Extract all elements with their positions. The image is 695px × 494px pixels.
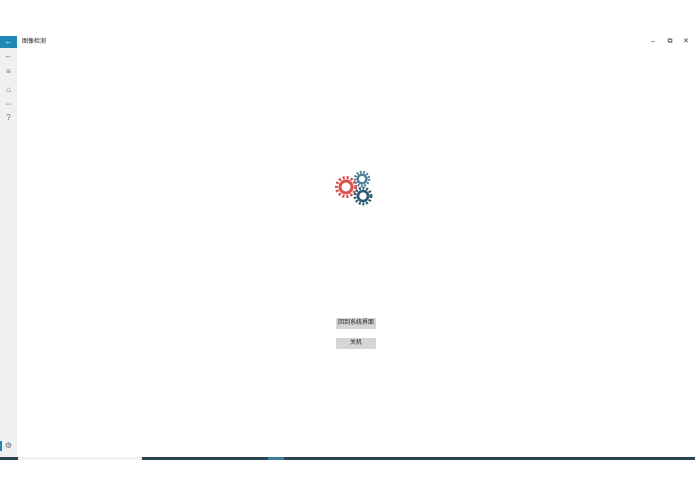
titlebar-back-button[interactable]: ←: [0, 36, 17, 48]
restore-icon: ⧉: [667, 38, 673, 45]
app-window: ← 图像检测 – ⧉ ✕ ← ≡ ⌂ ⇔ ? ⚙ 回到系统界面 关机: [0, 36, 695, 457]
return-to-system-button[interactable]: 回到系统界面: [336, 318, 376, 329]
large-gear: [335, 176, 357, 198]
close-button[interactable]: ✕: [680, 36, 692, 48]
minimize-icon: –: [651, 38, 655, 45]
minimize-button[interactable]: –: [647, 36, 659, 48]
shutdown-button[interactable]: 关机: [336, 338, 376, 349]
nav-connect-button[interactable]: ⇔: [0, 98, 17, 110]
nav-rail: ← ≡ ⌂ ⇔ ? ⚙: [0, 48, 17, 457]
settings-icon: ⚙: [4, 441, 13, 450]
close-icon: ✕: [683, 38, 689, 45]
nav-back-button[interactable]: ←: [0, 50, 17, 62]
taskbar-segment-light: [18, 457, 142, 460]
hamburger-icon: ≡: [6, 67, 11, 76]
title-bar: ← 图像检测 – ⧉ ✕: [0, 36, 695, 48]
window-title: 图像检测: [22, 39, 47, 45]
restore-button[interactable]: ⧉: [664, 36, 676, 48]
taskbar: [0, 457, 695, 460]
home-icon: ⌂: [6, 85, 11, 94]
nav-settings-button[interactable]: ⚙: [0, 440, 17, 452]
back-arrow-icon: ←: [4, 37, 13, 46]
nav-home-button[interactable]: ⌂: [0, 84, 17, 96]
small-gear: [353, 170, 371, 188]
connect-icon: ⇔: [4, 99, 13, 108]
back-icon: ←: [4, 51, 13, 60]
nav-help-button[interactable]: ?: [0, 112, 17, 124]
nav-menu-button[interactable]: ≡: [0, 66, 17, 78]
gears-icon: [335, 170, 373, 206]
taskbar-segment-active[interactable]: [268, 457, 284, 460]
dark-gear: [353, 186, 373, 206]
help-icon: ?: [6, 113, 11, 122]
